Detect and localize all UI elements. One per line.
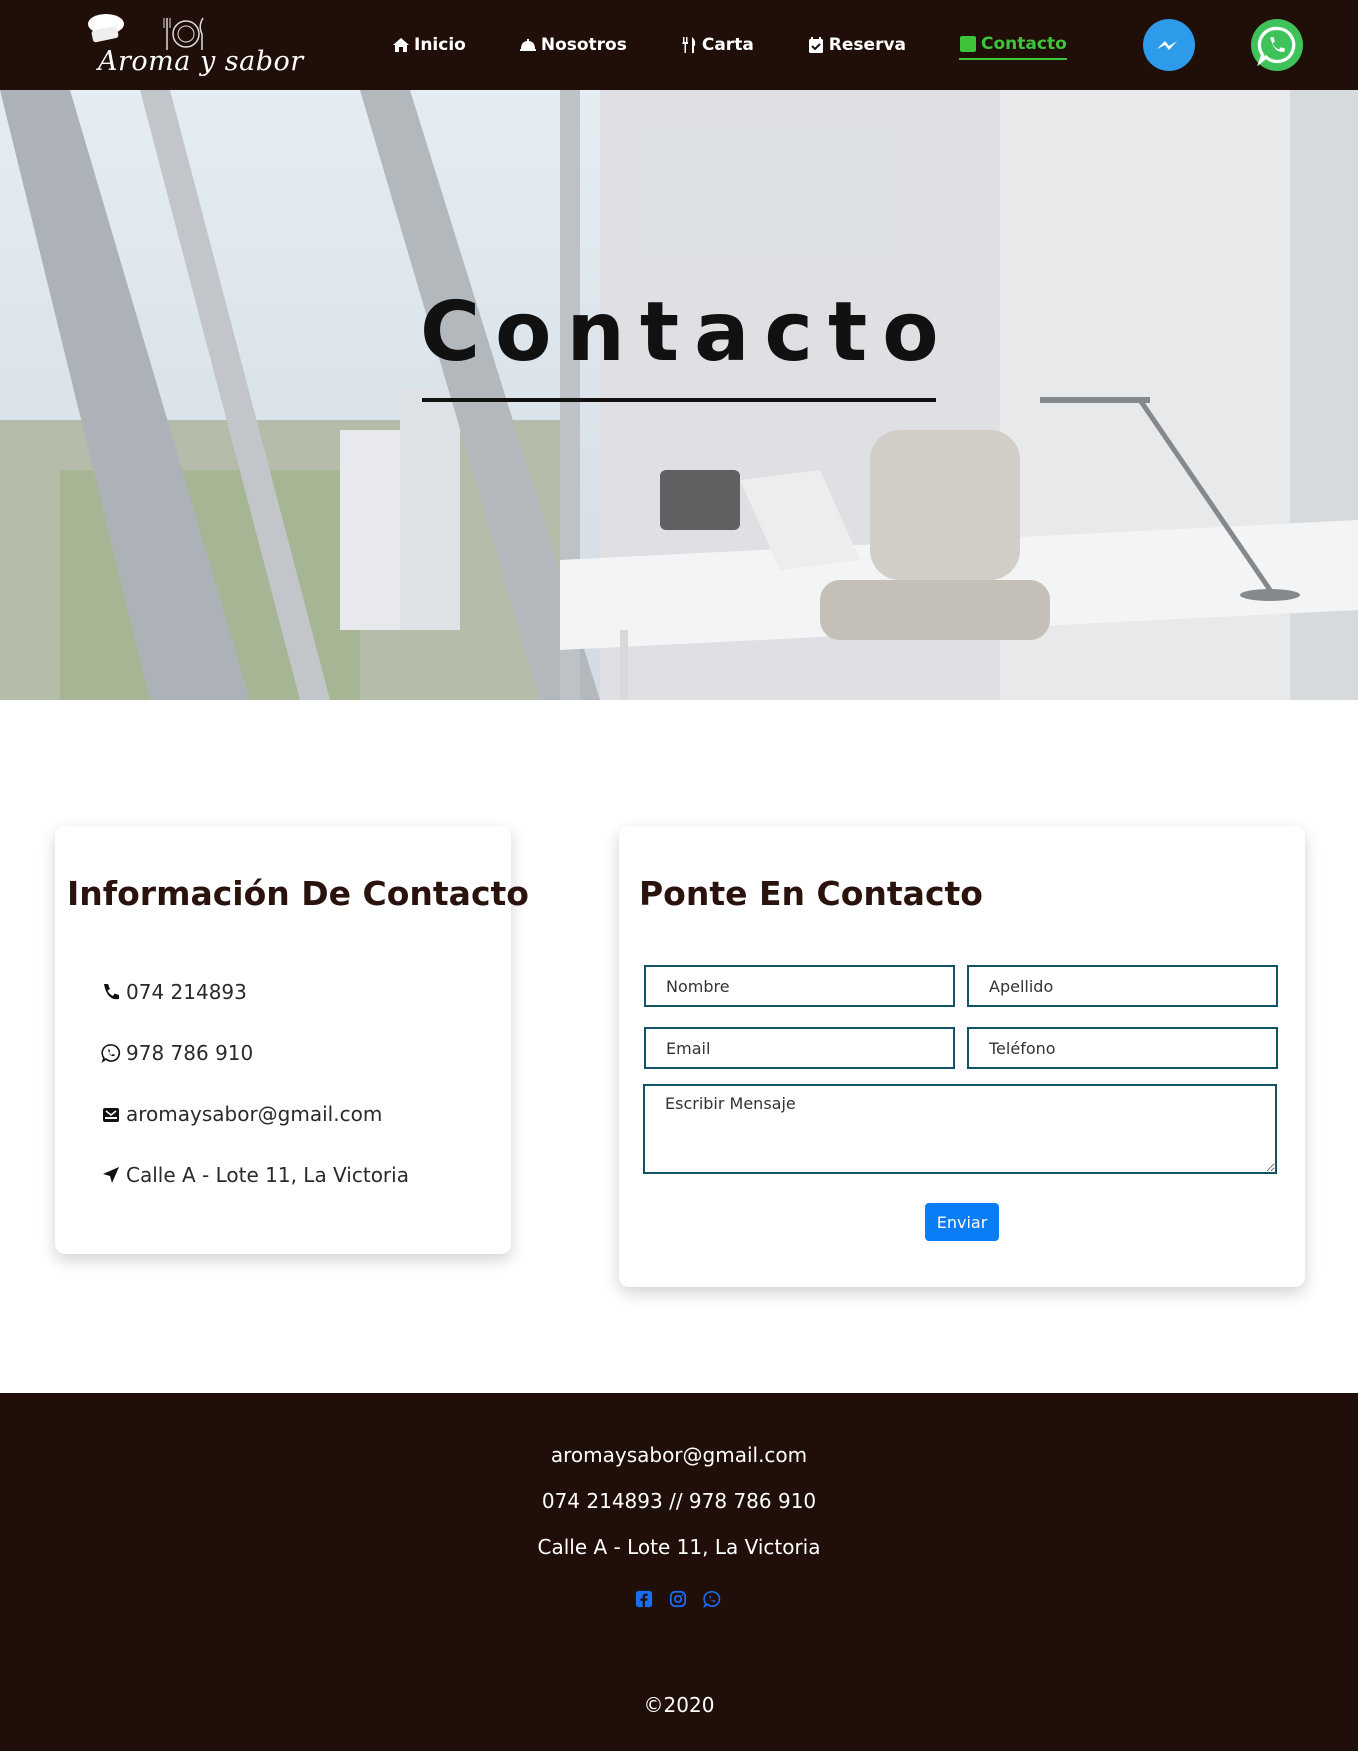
telefono-input[interactable] [967,1027,1278,1069]
contact-info-title: Información De Contacto [67,874,529,913]
whatsapp-button[interactable] [1251,19,1303,71]
contact-info-list: 074 214893 978 786 910 aromaysabor@gmail… [100,961,409,1205]
contact-info-card: Información De Contacto 074 214893 978 7… [55,826,529,1254]
contact-address: Calle A - Lote 11, La Victoria [100,1144,409,1205]
nav-item-inicio[interactable]: Inicio [392,30,466,60]
copyright: ©2020 [643,1693,715,1717]
whatsapp-icon [1257,26,1296,67]
footer-email: aromaysabor@gmail.com [550,1443,808,1467]
main-nav: Inicio Nosotros Carta Reserva Contacto [392,0,1120,90]
hero-banner: Contacto [0,90,1358,700]
send-button[interactable]: Enviar [925,1203,999,1241]
chef-hat-icon [88,14,124,43]
hero-overlay [0,90,1358,700]
logo-text: Aroma y sabor [98,46,304,77]
instagram-icon[interactable] [668,1589,688,1609]
contact-email-text: aromaysabor@gmail.com [126,1101,383,1126]
contact-phone: 074 214893 [100,961,409,1022]
nav-item-reserva[interactable]: Reserva [807,30,906,60]
calendar-check-icon [807,36,825,54]
footer-social-links [634,1589,722,1609]
contact-address-text: Calle A - Lote 11, La Victoria [126,1162,409,1187]
contact-phone-text: 074 214893 [126,979,247,1004]
footer: aromaysabor@gmail.com 074 214893 // 978 … [0,1393,1358,1751]
home-icon [392,36,410,54]
whatsapp-icon [100,1042,122,1064]
navbar: Aroma y sabor Inicio Nosotros Carta Rese… [0,0,1358,90]
service-bell-icon [519,36,537,54]
messenger-button[interactable] [1143,19,1195,71]
location-arrow-icon [100,1164,122,1186]
nav-label-carta: Carta [701,35,754,55]
phone-square-icon [959,35,977,53]
nombre-input[interactable] [644,965,955,1007]
nav-item-carta[interactable]: Carta [680,30,754,60]
hero-title: Contacto [420,285,954,380]
contact-whatsapp: 978 786 910 [100,1022,409,1083]
contact-form-title: Ponte En Contacto [639,874,983,913]
mail-box-icon [100,1103,122,1125]
contact-whatsapp-text: 978 786 910 [126,1040,254,1065]
footer-address: Calle A - Lote 11, La Victoria [537,1535,821,1559]
mensaje-textarea[interactable] [643,1084,1277,1174]
hero-title-underline [422,398,936,402]
facebook-icon[interactable] [634,1589,654,1609]
apellido-input[interactable] [967,965,1278,1007]
contact-email: aromaysabor@gmail.com [100,1083,409,1144]
messenger-icon [1157,41,1177,50]
nav-label-reserva: Reserva [828,35,907,55]
whatsapp-icon[interactable] [702,1589,722,1609]
nav-label-nosotros: Nosotros [540,35,627,55]
logo[interactable]: Aroma y sabor [84,8,303,84]
contact-form-card: Ponte En Contacto Enviar [619,826,1305,1287]
nav-item-contacto[interactable]: Contacto [959,30,1067,60]
utensils-icon [680,36,698,54]
phone-icon [100,981,122,1003]
nav-item-nosotros[interactable]: Nosotros [519,30,627,60]
footer-phones: 074 214893 // 978 786 910 [541,1489,817,1513]
nav-label-contacto: Contacto [981,34,1067,54]
email-input[interactable] [644,1027,955,1069]
nav-label-inicio: Inicio [414,35,466,55]
